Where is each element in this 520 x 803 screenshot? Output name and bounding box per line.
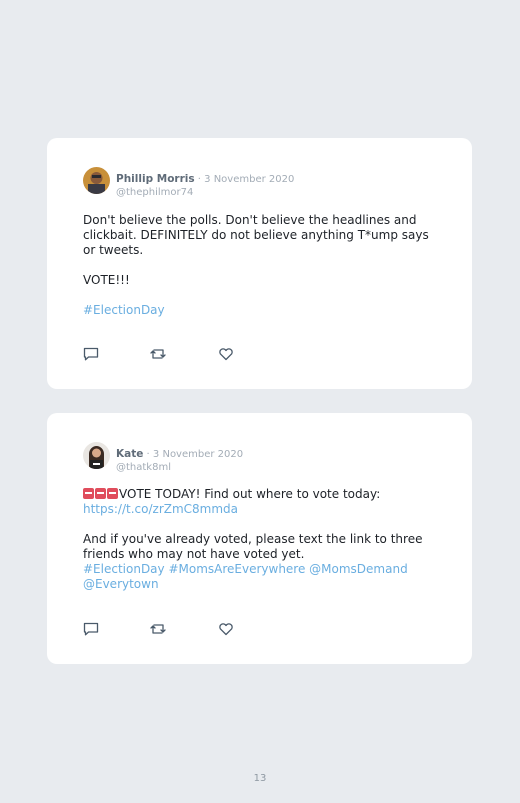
author-name[interactable]: Kate — [116, 448, 143, 460]
author-name[interactable]: Phillip Morris — [116, 173, 195, 185]
page-number: 13 — [253, 773, 267, 784]
tweet-text: VOTE!!! — [83, 273, 130, 287]
ballot-box-emoji — [95, 488, 106, 499]
reply-icon[interactable] — [83, 621, 99, 636]
ballot-box-emoji — [107, 488, 118, 499]
author-handle[interactable]: @thatk8ml — [116, 462, 243, 473]
tweet-date[interactable]: 3 November 2020 — [204, 174, 294, 185]
like-icon[interactable] — [218, 346, 234, 361]
hashtag-link[interactable]: #ElectionDay — [83, 303, 438, 318]
tweet-text: Don't believe the polls. Don't believe t… — [83, 213, 429, 257]
tweet-text: And if you've already voted, please text… — [83, 532, 423, 561]
tweet-card: Kate · 3 November 2020 @thatk8ml VOTE TO… — [47, 413, 472, 664]
avatar[interactable] — [83, 167, 110, 194]
tweet-body: Don't believe the polls. Don't believe t… — [83, 213, 438, 318]
tweet-card: Phillip Morris · 3 November 2020 @thephi… — [47, 138, 472, 389]
separator: · — [194, 174, 205, 185]
avatar[interactable] — [83, 442, 110, 469]
author-handle[interactable]: @thephilmor74 — [116, 187, 294, 198]
separator: · — [143, 449, 153, 460]
like-icon[interactable] — [218, 621, 234, 636]
retweet-icon[interactable] — [150, 621, 166, 635]
retweet-icon[interactable] — [150, 346, 166, 360]
url-link[interactable]: https://t.co/zrZmC8mmda — [83, 502, 438, 517]
tweet-date[interactable]: 3 November 2020 — [153, 449, 243, 460]
tweet-body: VOTE TODAY! Find out where to vote today… — [83, 487, 438, 592]
reply-icon[interactable] — [83, 346, 99, 361]
tweet-text: VOTE TODAY! Find out where to vote today… — [119, 487, 381, 501]
hashtag-links[interactable]: #ElectionDay #MomsAreEverywhere @MomsDem… — [83, 562, 438, 592]
ballot-box-emoji — [83, 488, 94, 499]
